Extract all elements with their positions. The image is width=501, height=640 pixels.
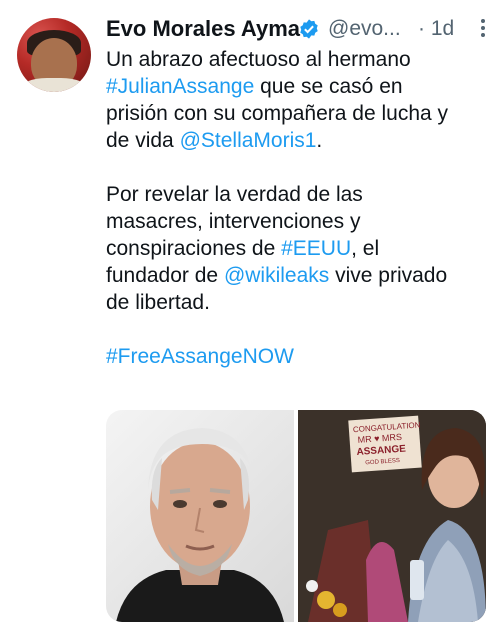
hashtag-eeuu-link[interactable]: #EEUU <box>281 237 351 260</box>
mention-wikileaks-link[interactable]: @wikileaks <box>224 264 329 287</box>
hashtag-freeassangenow-link[interactable]: #FreeAssangeNOW <box>106 345 294 368</box>
tweet-header: Evo Morales Ayma @evo... · 1d <box>106 12 491 44</box>
congratulations-sign: CONGATULATION MR ♥ MRS ASSANGE GOD BLESS <box>348 415 422 473</box>
media-photo-wedding[interactable]: CONGATULATION MR ♥ MRS ASSANGE GOD BLESS <box>298 410 486 622</box>
tweet-media: CONGATULATION MR ♥ MRS ASSANGE GOD BLESS <box>106 410 486 622</box>
tweet-paragraph-3: #FreeAssangeNOW <box>106 343 496 370</box>
tweet-text: Un abrazo afectuoso al hermano #JulianAs… <box>106 46 496 370</box>
tweet-paragraph-2: Por revelar la verdad de las masacres, i… <box>106 183 448 314</box>
hashtag-julianassange-link[interactable]: #JulianAssange <box>106 75 254 98</box>
more-options-icon[interactable] <box>476 16 490 38</box>
tweet-paragraph-1: Un abrazo afectuoso al hermano #JulianAs… <box>106 48 449 152</box>
verified-badge-icon <box>298 18 320 40</box>
author-avatar[interactable] <box>17 18 91 92</box>
tweet-timestamp[interactable]: · 1d <box>418 17 454 41</box>
mention-stellamoris1-link[interactable]: @StellaMoris1 <box>180 129 317 152</box>
author-handle[interactable]: @evo... <box>328 17 401 41</box>
author-name[interactable]: Evo Morales Ayma <box>106 16 300 42</box>
media-photo-portrait[interactable] <box>106 410 294 622</box>
